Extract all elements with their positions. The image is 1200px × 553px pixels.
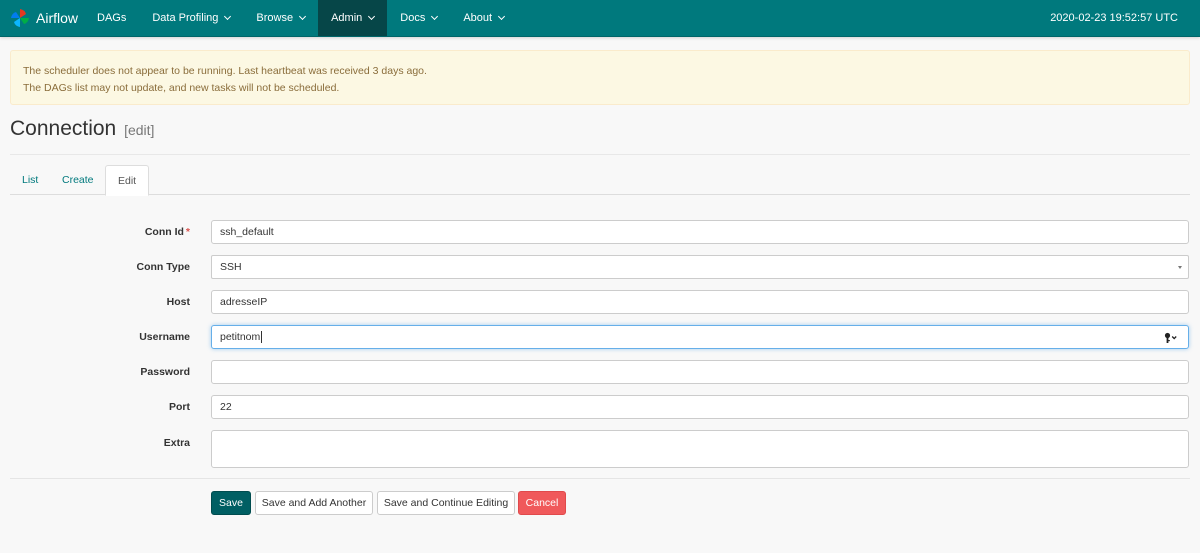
conn-type-label: Conn Type xyxy=(136,261,190,273)
host-input[interactable]: adresseIP xyxy=(211,290,1189,314)
nav-item-label: DAGs xyxy=(97,12,127,24)
alert-line-2: The DAGs list may not update, and new ta… xyxy=(23,82,340,94)
conn-id-label: Conn Id * xyxy=(145,226,190,238)
save-and-continue-editing-button[interactable]: Save and Continue Editing xyxy=(377,491,515,515)
username-value: petitnom xyxy=(220,331,261,343)
nav-item-label: Browse xyxy=(256,12,294,24)
title-divider xyxy=(10,154,1190,155)
nav-item-about[interactable]: About xyxy=(450,0,517,36)
chevron-down-icon xyxy=(299,12,307,21)
extra-label: Extra xyxy=(163,437,190,449)
form-row-username: Username petitnom xyxy=(10,325,1190,349)
username-label: Username xyxy=(139,331,190,343)
nav-item-label: Data Profiling xyxy=(152,12,219,24)
conn-type-select[interactable]: SSH xyxy=(211,255,1189,279)
brand-link[interactable]: Airflow xyxy=(10,0,78,36)
chevron-down-icon xyxy=(431,12,439,21)
nav-item-dags[interactable]: DAGs xyxy=(84,0,139,36)
conn-id-value: ssh_default xyxy=(220,226,274,238)
chevron-down-icon xyxy=(498,12,506,21)
chevron-down-icon xyxy=(368,12,376,21)
port-input[interactable]: 22 xyxy=(211,395,1189,419)
text-cursor xyxy=(261,331,263,343)
nav-item-docs[interactable]: Docs xyxy=(387,0,450,36)
airflow-pinwheel-icon xyxy=(11,9,29,27)
chevron-down-icon xyxy=(224,12,232,21)
conn-id-input[interactable]: ssh_default xyxy=(211,220,1189,244)
page-subtitle: [edit] xyxy=(124,122,155,138)
brand-text: Airflow xyxy=(36,10,79,26)
tab-edit[interactable]: Edit xyxy=(105,165,150,196)
alert-line-1: The scheduler does not appear to be runn… xyxy=(23,65,427,77)
nav-menu: DAGs Data Profiling Browse Admin Docs Ab… xyxy=(84,0,517,36)
nav-item-label: Admin xyxy=(331,12,363,24)
required-marker: * xyxy=(185,226,190,238)
tab-create[interactable]: Create xyxy=(50,165,106,195)
form-actions-divider xyxy=(10,478,1190,479)
nav-item-browse[interactable]: Browse xyxy=(243,0,318,36)
tab-bar: List Create Edit xyxy=(10,165,1190,196)
cancel-button[interactable]: Cancel xyxy=(518,491,566,515)
extra-textarea[interactable] xyxy=(211,430,1189,468)
password-label: Password xyxy=(140,366,190,378)
conn-type-value: SSH xyxy=(220,261,242,273)
key-icon[interactable] xyxy=(1164,332,1178,344)
port-value: 22 xyxy=(220,401,232,413)
form-row-host: Host adresseIP xyxy=(10,290,1190,314)
page-title: Connection [edit] xyxy=(10,117,154,141)
nav-item-label: About xyxy=(463,12,493,24)
form-row-conn-type: Conn Type SSH xyxy=(10,255,1190,279)
host-label: Host xyxy=(166,296,190,308)
tab-list[interactable]: List xyxy=(10,165,50,195)
host-value: adresseIP xyxy=(220,296,268,308)
page-title-text: Connection xyxy=(10,117,117,140)
form-row-port: Port 22 xyxy=(10,395,1190,419)
port-label: Port xyxy=(169,401,190,413)
form-row-password: Password xyxy=(10,360,1190,384)
username-input[interactable]: petitnom xyxy=(211,325,1189,349)
server-clock: 2020-02-23 19:52:57 UTC xyxy=(1050,12,1178,24)
navbar: Airflow DAGs Data Profiling Browse Admin… xyxy=(0,0,1200,37)
conn-id-label-text: Conn Id xyxy=(144,226,184,238)
nav-item-label: Docs xyxy=(400,12,426,24)
password-input[interactable] xyxy=(211,360,1189,384)
scheduler-warning-alert: The scheduler does not appear to be runn… xyxy=(10,50,1190,105)
save-and-add-another-button[interactable]: Save and Add Another xyxy=(255,491,373,515)
select-caret-icon xyxy=(1178,266,1182,269)
save-button[interactable]: Save xyxy=(211,491,251,515)
form-row-extra: Extra xyxy=(10,430,1190,468)
form-row-conn-id: Conn Id * ssh_default xyxy=(10,220,1190,244)
nav-item-admin[interactable]: Admin xyxy=(318,0,388,36)
nav-item-data-profiling[interactable]: Data Profiling xyxy=(139,0,243,36)
